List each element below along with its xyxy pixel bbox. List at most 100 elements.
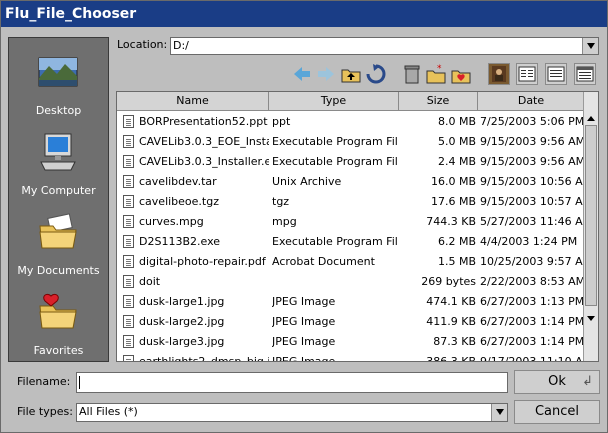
- sidebar-item-label: Favorites: [33, 344, 84, 357]
- file-row[interactable]: CAVELib3.0.3_Installer.exeExecutable Pro…: [117, 152, 585, 172]
- file-name-cell: curves.mpg: [139, 215, 204, 228]
- file-types-label: File types:: [17, 405, 73, 418]
- file-row[interactable]: doit 269 bytes 2/22/2003 8:53 AM: [117, 272, 585, 292]
- file-type-cell: tgz: [272, 195, 290, 208]
- file-date-cell: 2/22/2003 8:53 AM: [480, 275, 585, 288]
- file-row[interactable]: dusk-large2.jpg JPEG Image 411.9 KB 6/27/20…: [117, 312, 585, 332]
- file-row[interactable]: earthlights2_dmsp_big.jpgJPEG Image 386.3…: [117, 352, 585, 362]
- file-types-combo[interactable]: All Files (*): [76, 403, 508, 422]
- svg-text:*: *: [437, 64, 442, 74]
- sidebar-item-desktop[interactable]: Desktop: [9, 48, 108, 128]
- sidebar-item-label: My Documents: [17, 264, 100, 277]
- file-size-cell: 744.3 KB: [426, 215, 476, 228]
- file-row[interactable]: D2S113B2.exe Executable Program File 6.2 M…: [117, 232, 585, 252]
- location-value: D:/: [173, 39, 189, 52]
- ok-button[interactable]: Ok ↲: [514, 370, 600, 394]
- add-favorite-icon[interactable]: [450, 63, 472, 85]
- file-row[interactable]: cavelibdev.tar Unix Archive 16.0 MB 9/15/20…: [117, 172, 585, 192]
- file-size-cell: 269 bytes: [421, 275, 476, 288]
- location-label: Location:: [117, 38, 168, 51]
- column-header-date[interactable]: Date: [478, 92, 585, 111]
- file-icon: [123, 115, 134, 128]
- file-row[interactable]: cavelibeoe.tgz tgz 17.6 MB 9/15/2003 10:57 …: [117, 192, 585, 212]
- trash-icon[interactable]: [401, 63, 423, 85]
- file-size-cell: 2.4 MB: [437, 155, 476, 168]
- desktop-photo-icon: [37, 52, 79, 92]
- file-icon: [123, 235, 134, 248]
- chevron-down-icon[interactable]: [491, 404, 507, 421]
- wide-list-icon[interactable]: [574, 63, 596, 85]
- file-name-cell: dusk-large3.jpg: [139, 335, 225, 348]
- file-size-cell: 6.2 MB: [437, 235, 476, 248]
- filename-input[interactable]: [76, 372, 508, 393]
- file-name-cell: digital-photo-repair.pdf: [139, 255, 266, 268]
- file-date-cell: 9/15/2003 10:56 AM: [480, 175, 585, 188]
- file-row[interactable]: BORPresentation52.ppt ppt 8.0 MB 7/25/2003 …: [117, 112, 585, 132]
- file-type-cell: JPEG Image: [272, 335, 336, 348]
- scroll-down-arrow-icon[interactable]: [587, 316, 595, 321]
- cancel-button[interactable]: Cancel: [514, 400, 600, 424]
- filename-label: Filename:: [17, 375, 71, 388]
- up-folder-icon[interactable]: [340, 63, 362, 85]
- file-row[interactable]: dusk-large3.jpg JPEG Image 87.3 KB 6/27/200…: [117, 332, 585, 352]
- ok-label: Ok: [548, 374, 566, 389]
- chevron-down-icon[interactable]: [582, 38, 598, 54]
- file-date-cell: 4/4/2003 1:24 PM: [480, 235, 578, 248]
- file-date-cell: 7/25/2003 5:06 PM: [480, 115, 585, 128]
- back-arrow-icon[interactable]: [291, 63, 313, 85]
- file-name-cell: doit: [139, 275, 161, 288]
- refresh-icon[interactable]: [365, 63, 387, 85]
- file-type-cell: Executable Program File: [272, 155, 398, 168]
- new-folder-icon[interactable]: *: [425, 63, 447, 85]
- file-size-cell: 474.1 KB: [426, 295, 476, 308]
- column-header-type[interactable]: Type: [269, 92, 399, 111]
- file-date-cell: 6/27/2003 1:13 PM: [480, 295, 585, 308]
- scrollbar-thumb[interactable]: [585, 125, 597, 306]
- file-row[interactable]: digital-photo-repair.pdf Acrobat Document…: [117, 252, 585, 272]
- file-list[interactable]: Name Type Size Date BORPresentation52.pp…: [116, 91, 599, 362]
- file-row[interactable]: CAVELib3.0.3_EOE_Installer.exeExecutable…: [117, 132, 585, 152]
- file-row[interactable]: curves.mpg mpg 744.3 KB 5/27/2003 11:46 AM: [117, 212, 585, 232]
- preview-icon[interactable]: [488, 63, 510, 85]
- file-name-cell: CAVELib3.0.3_Installer.exe: [139, 155, 269, 168]
- file-date-cell: 6/27/2003 1:14 PM: [480, 315, 585, 328]
- column-header-name[interactable]: Name: [117, 92, 269, 111]
- file-size-cell: 16.0 MB: [430, 175, 476, 188]
- title-bar: Flu_File_Chooser: [1, 1, 607, 27]
- file-type-cell: Unix Archive: [272, 175, 342, 188]
- file-name-cell: cavelibdev.tar: [139, 175, 217, 188]
- column-header-size[interactable]: Size: [399, 92, 478, 111]
- file-size-cell: 87.3 KB: [433, 335, 476, 348]
- file-icon: [123, 255, 134, 268]
- file-type-cell: Acrobat Document: [272, 255, 375, 268]
- file-icon: [123, 175, 134, 188]
- file-icon: [123, 355, 134, 361]
- file-type-cell: Executable Program File: [272, 135, 398, 148]
- file-size-cell: 5.0 MB: [437, 135, 476, 148]
- location-combo[interactable]: D:/: [170, 37, 599, 55]
- vertical-scrollbar[interactable]: [583, 92, 598, 361]
- file-name-cell: BORPresentation52.ppt: [139, 115, 268, 128]
- favorites-folder-icon: [37, 292, 79, 332]
- file-date-cell: 9/15/2003 9:56 AM: [480, 155, 585, 168]
- file-icon: [123, 195, 134, 208]
- file-icon: [123, 335, 134, 348]
- file-row[interactable]: dusk-large1.jpg JPEG Image 474.1 KB 6/27/20…: [117, 292, 585, 312]
- enter-key-icon: ↲: [582, 374, 593, 389]
- detail-view-icon[interactable]: [545, 63, 567, 85]
- list-view-icon[interactable]: [516, 63, 538, 85]
- sidebar-item-favorites[interactable]: Favorites: [9, 288, 108, 368]
- text-cursor: [79, 376, 80, 389]
- places-sidebar: Desktop My Computer My Documents Favorit…: [8, 37, 109, 362]
- documents-folder-icon: [37, 212, 79, 252]
- scroll-up-arrow-icon[interactable]: [587, 116, 595, 121]
- file-name-cell: dusk-large1.jpg: [139, 295, 225, 308]
- file-date-cell: 9/17/2003 11:10 AM: [480, 355, 585, 362]
- forward-arrow-icon[interactable]: [315, 63, 337, 85]
- file-type-cell: JPEG Image: [272, 295, 336, 308]
- file-chooser-window: Flu_File_Chooser Desktop My Computer My …: [0, 0, 608, 433]
- file-date-cell: 9/15/2003 9:56 AM: [480, 135, 585, 148]
- sidebar-item-my-documents[interactable]: My Documents: [9, 208, 108, 288]
- file-name-cell: D2S113B2.exe: [139, 235, 221, 248]
- sidebar-item-my-computer[interactable]: My Computer: [9, 128, 108, 208]
